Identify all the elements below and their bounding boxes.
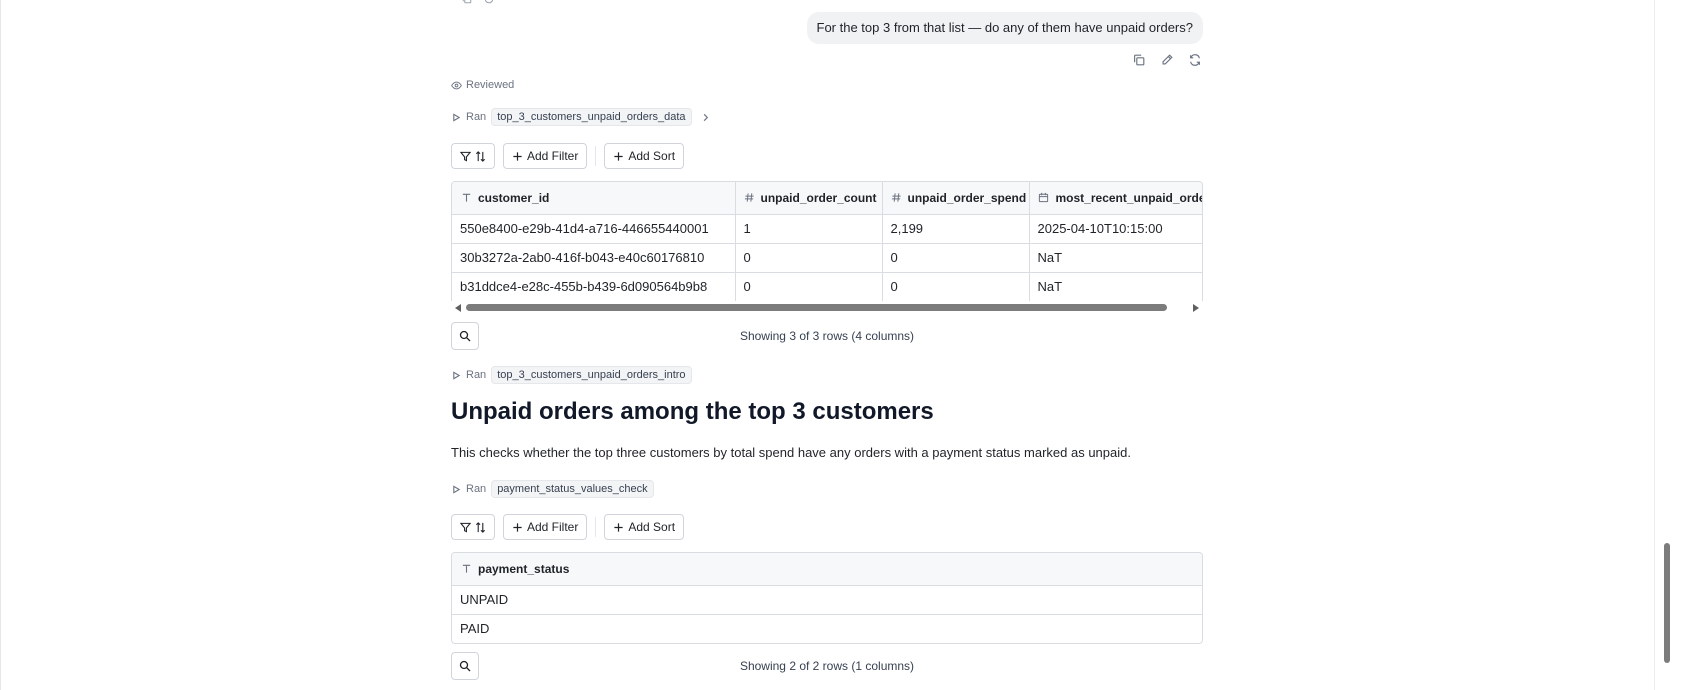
add-sort-button[interactable]: Add Sort xyxy=(604,143,685,169)
play-icon xyxy=(451,112,461,122)
table-row[interactable]: 30b3272a-2ab0-416f-b043-e40c60176810 0 0… xyxy=(452,243,1202,273)
add-sort-label: Add Sort xyxy=(628,149,676,163)
add-filter-label: Add Filter xyxy=(527,149,579,163)
vertical-scrollbar[interactable] xyxy=(1654,0,1684,690)
message-actions xyxy=(1131,52,1203,68)
plus-icon xyxy=(512,522,523,533)
table-header-row: customer_id unpaid_order_count unpaid_or… xyxy=(452,182,1203,215)
table-footer-1: Showing 3 of 3 rows (4 columns) xyxy=(451,322,1203,350)
ran-label: Ran xyxy=(466,369,487,381)
table-cell[interactable]: 2025-04-10T10:15:00 xyxy=(1029,214,1202,244)
data-table-1: customer_id unpaid_order_count unpaid_or… xyxy=(451,181,1203,301)
ran-row-payment-status[interactable]: Ran payment_status_values_check xyxy=(451,480,654,498)
filter-icon xyxy=(460,522,471,533)
table-cell[interactable]: UNPAID xyxy=(452,585,1202,615)
section-description: This checks whether the top three custom… xyxy=(451,445,1131,460)
column-header-payment-status[interactable]: payment_status xyxy=(452,553,1202,586)
ran-chip-payment-status[interactable]: payment_status_values_check xyxy=(491,480,654,498)
table-cell[interactable]: PAID xyxy=(452,614,1202,643)
section-title: Unpaid orders among the top 3 customers xyxy=(451,398,934,425)
column-header-label: most_recent_unpaid_order_ xyxy=(1055,190,1203,205)
ran-label: Ran xyxy=(466,483,487,495)
reviewed-label: Reviewed xyxy=(466,79,515,91)
column-header-label: customer_id xyxy=(478,190,550,205)
column-header-label: unpaid_order_count xyxy=(760,190,877,205)
table-cell[interactable]: 0 xyxy=(882,272,1030,301)
horizontal-scrollbar[interactable] xyxy=(451,302,1203,314)
table-header-row: payment_status xyxy=(452,553,1202,586)
toolbar-divider xyxy=(595,517,597,537)
filter-sort-toggle-button[interactable] xyxy=(451,143,495,169)
ran-chip-intro[interactable]: top_3_customers_unpaid_orders_intro xyxy=(491,366,692,384)
filter-icon xyxy=(460,151,471,162)
table-cell[interactable]: 550e8400-e29b-41d4-a716-446655440001 xyxy=(452,214,736,244)
add-filter-button[interactable]: Add Filter xyxy=(503,514,588,540)
table-cell[interactable]: 30b3272a-2ab0-416f-b043-e40c60176810 xyxy=(452,243,736,273)
edit-icon[interactable] xyxy=(1159,52,1175,68)
column-header-most-recent-unpaid-order[interactable]: most_recent_unpaid_order_ xyxy=(1029,182,1203,215)
play-icon xyxy=(451,484,461,494)
table-cell[interactable]: NaT xyxy=(1029,272,1202,301)
table-cell[interactable]: 1 xyxy=(735,214,883,244)
text-type-icon xyxy=(460,563,472,574)
table-cell[interactable]: 2,199 xyxy=(882,214,1030,244)
sort-arrows-icon xyxy=(475,521,486,533)
table-cell[interactable]: b31ddce4-e28c-455b-b439-6d090564b9b8 xyxy=(452,272,736,301)
column-header-customer-id[interactable]: customer_id xyxy=(452,182,736,215)
table-row[interactable]: PAID xyxy=(452,614,1202,643)
ran-label: Ran xyxy=(466,111,487,123)
add-sort-label: Add Sort xyxy=(628,520,676,534)
vertical-scrollbar-thumb[interactable] xyxy=(1664,543,1670,663)
user-message-bubble: For the top 3 from that list — do any of… xyxy=(806,12,1203,44)
data-table-2: payment_status UNPAID PAID xyxy=(451,552,1203,644)
chat-column: For the top 3 from that list — do any of… xyxy=(451,0,1203,690)
table-toolbar-1: Add Filter Add Sort xyxy=(451,143,685,169)
number-type-icon xyxy=(744,192,755,203)
horizontal-scrollbar-thumb[interactable] xyxy=(466,304,1167,311)
plus-icon xyxy=(512,151,523,162)
table-cell[interactable]: 0 xyxy=(735,272,883,301)
ran-chip-data[interactable]: top_3_customers_unpaid_orders_data xyxy=(491,108,692,126)
scroll-left-icon[interactable] xyxy=(455,304,461,312)
toolbar-divider xyxy=(595,146,597,166)
filter-sort-toggle-button[interactable] xyxy=(451,514,495,540)
column-header-unpaid-order-count[interactable]: unpaid_order_count xyxy=(735,182,883,215)
left-border xyxy=(0,0,1,690)
regenerate-icon[interactable] xyxy=(483,0,495,10)
play-icon xyxy=(451,370,461,380)
eye-icon xyxy=(451,80,462,91)
reviewed-status: Reviewed xyxy=(451,79,514,91)
copy-icon[interactable] xyxy=(1131,52,1147,68)
plus-icon xyxy=(613,522,624,533)
regenerate-icon[interactable] xyxy=(1187,52,1203,68)
column-header-unpaid-order-spend[interactable]: unpaid_order_spend xyxy=(882,182,1030,215)
date-type-icon xyxy=(1038,192,1050,203)
column-header-label: unpaid_order_spend xyxy=(907,190,1027,205)
copy-icon[interactable] xyxy=(461,0,473,10)
user-message-text: For the top 3 from that list — do any of… xyxy=(816,20,1193,35)
table-footer-2: Showing 2 of 2 rows (1 columns) xyxy=(451,652,1203,680)
add-filter-label: Add Filter xyxy=(527,520,579,534)
number-type-icon xyxy=(891,192,902,203)
text-type-icon xyxy=(460,192,472,203)
scroll-right-icon[interactable] xyxy=(1193,304,1199,312)
add-filter-button[interactable]: Add Filter xyxy=(503,143,588,169)
add-sort-button[interactable]: Add Sort xyxy=(604,514,685,540)
table-cell[interactable]: 0 xyxy=(735,243,883,273)
chevron-right-icon[interactable] xyxy=(701,113,710,122)
table-row[interactable]: UNPAID xyxy=(452,585,1202,615)
table-cell[interactable]: NaT xyxy=(1029,243,1202,273)
table-cell[interactable]: 0 xyxy=(882,243,1030,273)
table-row[interactable]: 550e8400-e29b-41d4-a716-446655440001 1 2… xyxy=(452,214,1202,244)
previous-message-actions xyxy=(461,0,495,10)
ran-row-data[interactable]: Ran top_3_customers_unpaid_orders_data xyxy=(451,108,710,126)
column-header-label: payment_status xyxy=(478,561,570,576)
row-count-label: Showing 2 of 2 rows (1 columns) xyxy=(739,659,915,673)
table-toolbar-2: Add Filter Add Sort xyxy=(451,514,685,540)
sort-arrows-icon xyxy=(475,150,486,162)
plus-icon xyxy=(613,151,624,162)
ran-row-intro[interactable]: Ran top_3_customers_unpaid_orders_intro xyxy=(451,366,692,384)
row-count-label: Showing 3 of 3 rows (4 columns) xyxy=(739,329,915,343)
table-row[interactable]: b31ddce4-e28c-455b-b439-6d090564b9b8 0 0… xyxy=(452,272,1202,301)
